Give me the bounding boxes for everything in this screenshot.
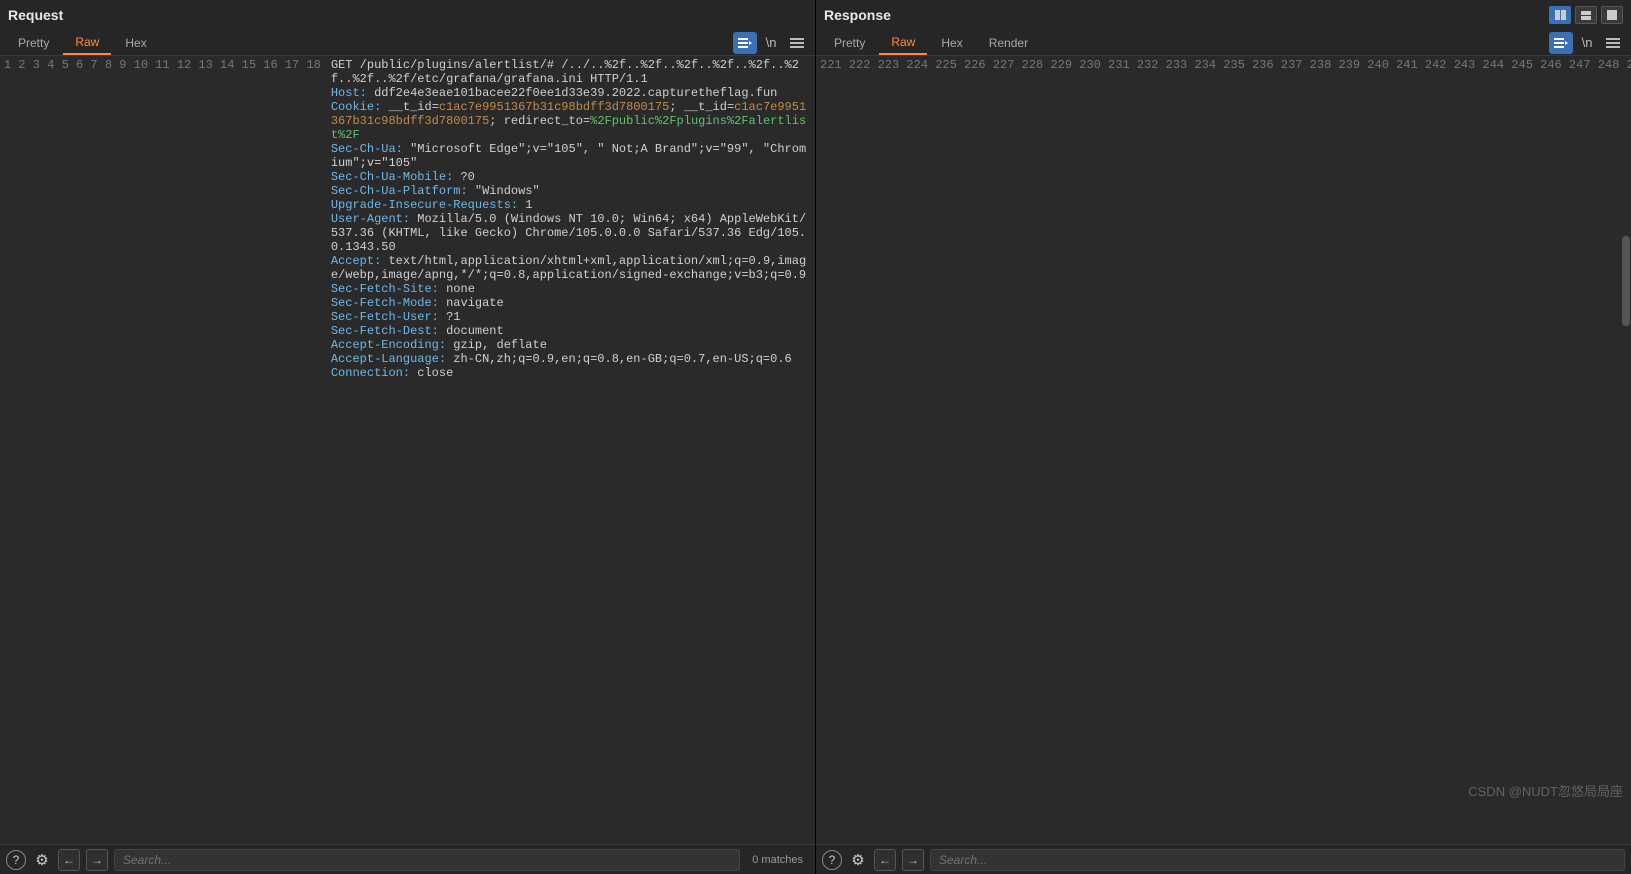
tab-pretty-resp[interactable]: Pretty [822,32,877,54]
single-view-icon[interactable] [1601,6,1623,24]
request-tabs: Pretty Raw Hex \n [0,30,815,56]
actions-icon-resp[interactable] [1549,32,1573,54]
rows-view-icon[interactable] [1575,6,1597,24]
request-header: Request [0,0,815,30]
tab-render-resp[interactable]: Render [977,32,1040,54]
scrollbar-thumb[interactable] [1622,236,1630,326]
request-code-area[interactable]: 1 2 3 4 5 6 7 8 9 10 11 12 13 14 15 16 1… [0,56,815,844]
request-match-count: 0 matches [746,854,809,866]
view-layout-buttons [1549,6,1623,24]
tab-raw-resp[interactable]: Raw [879,31,927,55]
actions-icon[interactable] [733,32,757,54]
tab-pretty[interactable]: Pretty [6,32,61,54]
response-gutter: 221 222 223 224 225 226 227 228 229 230 … [816,56,1631,844]
help-icon[interactable]: ? [6,850,26,870]
help-icon-resp[interactable]: ? [822,850,842,870]
response-title: Response [824,7,1549,23]
hamburger-icon[interactable] [785,32,809,54]
next-match-icon[interactable]: → [86,849,108,871]
hamburger-icon-resp[interactable] [1601,32,1625,54]
request-search-input[interactable] [114,849,740,871]
newline-icon[interactable]: \n [759,32,783,54]
request-bottom-bar: ? ⚙ ← → 0 matches [0,844,815,874]
response-bottom-bar: ? ⚙ ← → [816,844,1631,874]
prev-match-icon-resp[interactable]: ← [874,849,896,871]
settings-icon[interactable]: ⚙ [32,850,52,870]
columns-view-icon[interactable] [1549,6,1571,24]
request-code[interactable]: GET /public/plugins/alertlist/# /../..%2… [327,56,815,844]
settings-icon-resp[interactable]: ⚙ [848,850,868,870]
tab-hex[interactable]: Hex [113,32,158,54]
response-search-input[interactable] [930,849,1625,871]
response-code-area[interactable]: 221 222 223 224 225 226 227 228 229 230 … [816,56,1631,844]
tab-raw[interactable]: Raw [63,31,111,55]
request-pane: Request Pretty Raw Hex \n 1 2 3 4 5 6 7 … [0,0,815,874]
request-title: Request [8,7,807,23]
newline-icon-resp[interactable]: \n [1575,32,1599,54]
response-pane: Response Pretty Raw Hex Render \n 221 22… [815,0,1631,874]
request-gutter: 1 2 3 4 5 6 7 8 9 10 11 12 13 14 15 16 1… [0,56,327,844]
tab-hex-resp[interactable]: Hex [929,32,974,54]
response-header: Response [816,0,1631,30]
prev-match-icon[interactable]: ← [58,849,80,871]
next-match-icon-resp[interactable]: → [902,849,924,871]
response-tabs: Pretty Raw Hex Render \n [816,30,1631,56]
